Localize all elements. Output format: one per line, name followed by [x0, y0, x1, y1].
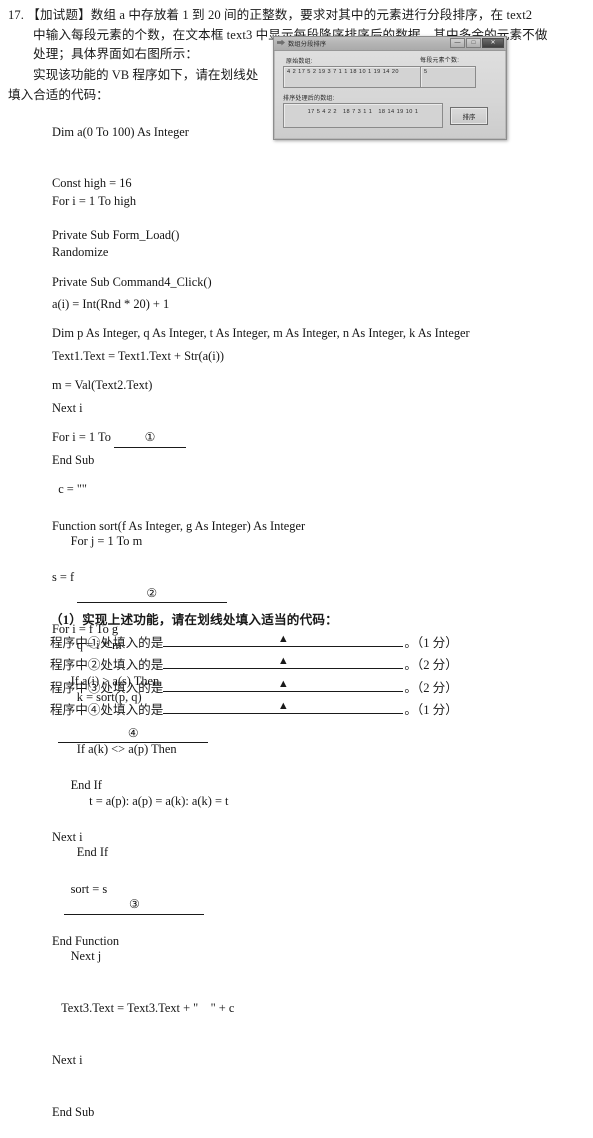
window-client-area: 原始数组: 4 2 17 5 2 19 3 7 1 1 18 10 1 19 1…	[274, 50, 506, 139]
stem-text-1: 数组 a 中存放着 1 到 20 间的正整数，要求对其中的元素进行分段排序，在 …	[90, 8, 533, 22]
close-button[interactable]: ✕	[482, 38, 504, 48]
code-line: s = f	[52, 570, 75, 585]
answer-blank-4: ④	[58, 725, 209, 744]
stem-line-1: 17. 【加试题】数组 a 中存放着 1 到 20 间的正整数，要求对其中的元素…	[8, 6, 588, 26]
fill-in-answer-line[interactable]: ▲	[163, 631, 404, 647]
code-line: Text3.Text = Text3.Text + " " + c	[52, 1001, 235, 1016]
sub-questions-section: （1）实现上述功能，请在划线处填入适当的代码： 程序中①处填入的是 ▲ 。（1 …	[50, 610, 590, 721]
text2-value: 5	[424, 68, 428, 75]
fill-in-answer-line[interactable]: ▲	[163, 698, 404, 715]
fill-in-row-2: 程序中②处填入的是 ▲ 。（2 分）	[50, 653, 590, 676]
question-tag: 【加试题】	[27, 8, 91, 22]
window-title: 数组分段排序	[288, 41, 327, 48]
code-block-function-sort: Function sort(f As Integer, g As Integer…	[52, 483, 305, 967]
code-line: Next i	[52, 1052, 83, 1067]
code-line: End Function	[52, 933, 120, 948]
code-line: sort = s	[52, 881, 108, 896]
fill-in-score: 。（1 分）	[404, 635, 458, 650]
text1-original-array[interactable]: 4 2 17 5 2 19 3 7 1 1 18 10 1 19 14 20	[283, 66, 443, 88]
text3-sorted-array[interactable]: 17 5 4 2 2 18 7 3 1 1 18 14 19 10 1	[283, 103, 443, 128]
original-array-label: 原始数组:	[286, 59, 313, 65]
window-controls: — □ ✕	[450, 38, 504, 48]
code-line: Dim a(0 To 100) As Integer	[52, 124, 189, 139]
fill-in-row-3: 程序中③处填入的是 ▲ 。（2 分）	[50, 676, 590, 699]
code-line: End Sub	[52, 1104, 95, 1119]
fill-in-score: 。（2 分）	[404, 658, 458, 673]
triangle-marker: ▲	[277, 677, 289, 690]
triangle-marker: ▲	[277, 632, 289, 645]
code-line: Dim p As Integer, q As Integer, t As Int…	[52, 326, 470, 341]
segment-count-label: 每段元素个数:	[420, 58, 460, 64]
code-line: End If	[52, 778, 102, 793]
stem-line-4: 实现该功能的 VB 程序如下，请在划线处	[33, 68, 259, 82]
fill-in-label: 程序中③处填入的是	[50, 680, 164, 695]
answer-blank-1: ①	[114, 429, 187, 448]
code-line: Function sort(f As Integer, g As Integer…	[52, 518, 306, 533]
sort-button[interactable]: 排序	[450, 107, 488, 125]
code-line-blank-4: ④	[52, 725, 305, 744]
fill-in-row-4: 程序中④处填入的是 ▲ 。（1 分）	[50, 698, 590, 721]
fill-in-score: 。（2 分）	[404, 680, 458, 695]
application-icon	[277, 39, 285, 46]
triangle-marker: ▲	[277, 655, 289, 668]
sort-button-label: 排序	[462, 113, 476, 121]
window-title-bar[interactable]: 数组分段排序 — □ ✕	[274, 37, 506, 51]
code-line-blank-1: For i = 1 To ①	[52, 429, 470, 448]
fill-in-answer-line[interactable]: ▲	[163, 653, 404, 670]
fill-in-row-1: 程序中①处填入的是 ▲ 。（1 分）	[50, 631, 590, 654]
vb-application-window: 数组分段排序 — □ ✕ 原始数组: 4 2 17 5 2 19 3 7 1 1…	[273, 36, 507, 140]
maximize-button[interactable]: □	[466, 38, 481, 48]
sorted-array-label: 排序处理后的数组:	[283, 96, 335, 102]
minimize-button[interactable]: —	[450, 38, 465, 48]
code-line: Next i	[52, 829, 83, 844]
code-line: For i = 1 To high	[52, 193, 137, 208]
sub-questions-lead: （1）实现上述功能，请在划线处填入适当的代码：	[50, 613, 338, 627]
fill-in-label: 程序中①处填入的是	[50, 635, 164, 650]
text3-value: 17 5 4 2 2 18 7 3 1 1 18 14 19 10 1	[307, 109, 419, 115]
text1-value: 4 2 17 5 2 19 3 7 1 1 18 10 1 19 14 20	[287, 68, 399, 75]
fill-in-label: 程序中②处填入的是	[50, 658, 164, 673]
fill-in-answer-line[interactable]: ▲	[163, 676, 404, 692]
question-number: 17.	[8, 8, 25, 22]
code-line: Private Sub Command4_Click()	[52, 274, 212, 289]
text2-segment-count[interactable]: 5	[420, 66, 476, 88]
code-line: m = Val(Text2.Text)	[52, 378, 153, 393]
